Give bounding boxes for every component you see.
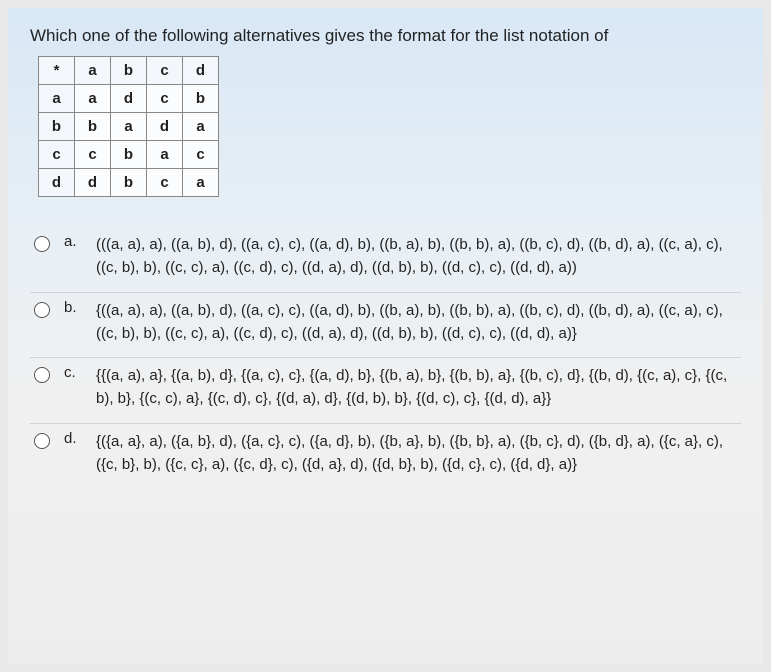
table-cell: b bbox=[75, 113, 111, 141]
option-text: {((a, a), a), ((a, b), d), ((a, c), c), … bbox=[96, 299, 737, 346]
question-page: Which one of the following alternatives … bbox=[8, 8, 763, 664]
table-cell: a bbox=[39, 85, 75, 113]
radio-icon[interactable] bbox=[34, 302, 50, 318]
radio-icon[interactable] bbox=[34, 433, 50, 449]
table-cell: d bbox=[75, 169, 111, 197]
option-label: b. bbox=[64, 299, 86, 316]
table-cell: b bbox=[183, 85, 219, 113]
option-b[interactable]: b. {((a, a), a), ((a, b), d), ((a, c), c… bbox=[30, 292, 741, 352]
option-label: c. bbox=[64, 364, 86, 381]
table-cell: c bbox=[75, 141, 111, 169]
table-cell: b bbox=[111, 141, 147, 169]
option-label: a. bbox=[64, 233, 86, 250]
option-label: d. bbox=[64, 430, 86, 447]
table-cell: d bbox=[111, 85, 147, 113]
table-row: a a d c b bbox=[39, 85, 219, 113]
options-list: a. (((a, a), a), ((a, b), d), ((a, c), c… bbox=[30, 227, 741, 482]
table-cell: c bbox=[183, 141, 219, 169]
table-cell: d bbox=[39, 169, 75, 197]
table-cell: a bbox=[147, 141, 183, 169]
table-cell: a bbox=[111, 113, 147, 141]
table-cell: d bbox=[147, 113, 183, 141]
table-cell: c bbox=[147, 57, 183, 85]
table-cell: a bbox=[75, 85, 111, 113]
operation-table: * a b c d a a d c b b b a d a c c b a c bbox=[38, 56, 219, 197]
table-cell: a bbox=[183, 113, 219, 141]
option-d[interactable]: d. {({a, a}, a), ({a, b}, d), ({a, c}, c… bbox=[30, 423, 741, 483]
radio-icon[interactable] bbox=[34, 236, 50, 252]
table-cell: c bbox=[147, 169, 183, 197]
option-text: (((a, a), a), ((a, b), d), ((a, c), c), … bbox=[96, 233, 737, 280]
option-text: {{(a, a), a}, {(a, b), d}, {(a, c), c}, … bbox=[96, 364, 737, 411]
radio-icon[interactable] bbox=[34, 367, 50, 383]
option-a[interactable]: a. (((a, a), a), ((a, b), d), ((a, c), c… bbox=[30, 227, 741, 286]
table-cell: d bbox=[183, 57, 219, 85]
table-cell: b bbox=[111, 57, 147, 85]
table-cell: c bbox=[39, 141, 75, 169]
table-cell: * bbox=[39, 57, 75, 85]
option-text: {({a, a}, a), ({a, b}, d), ({a, c}, c), … bbox=[96, 430, 737, 477]
option-c[interactable]: c. {{(a, a), a}, {(a, b), d}, {(a, c), c… bbox=[30, 357, 741, 417]
table-cell: a bbox=[183, 169, 219, 197]
table-row: c c b a c bbox=[39, 141, 219, 169]
table-row: b b a d a bbox=[39, 113, 219, 141]
table-cell: b bbox=[111, 169, 147, 197]
question-text: Which one of the following alternatives … bbox=[30, 26, 741, 46]
table-cell: a bbox=[75, 57, 111, 85]
table-cell: c bbox=[147, 85, 183, 113]
table-row: d d b c a bbox=[39, 169, 219, 197]
table-cell: b bbox=[39, 113, 75, 141]
table-row: * a b c d bbox=[39, 57, 219, 85]
